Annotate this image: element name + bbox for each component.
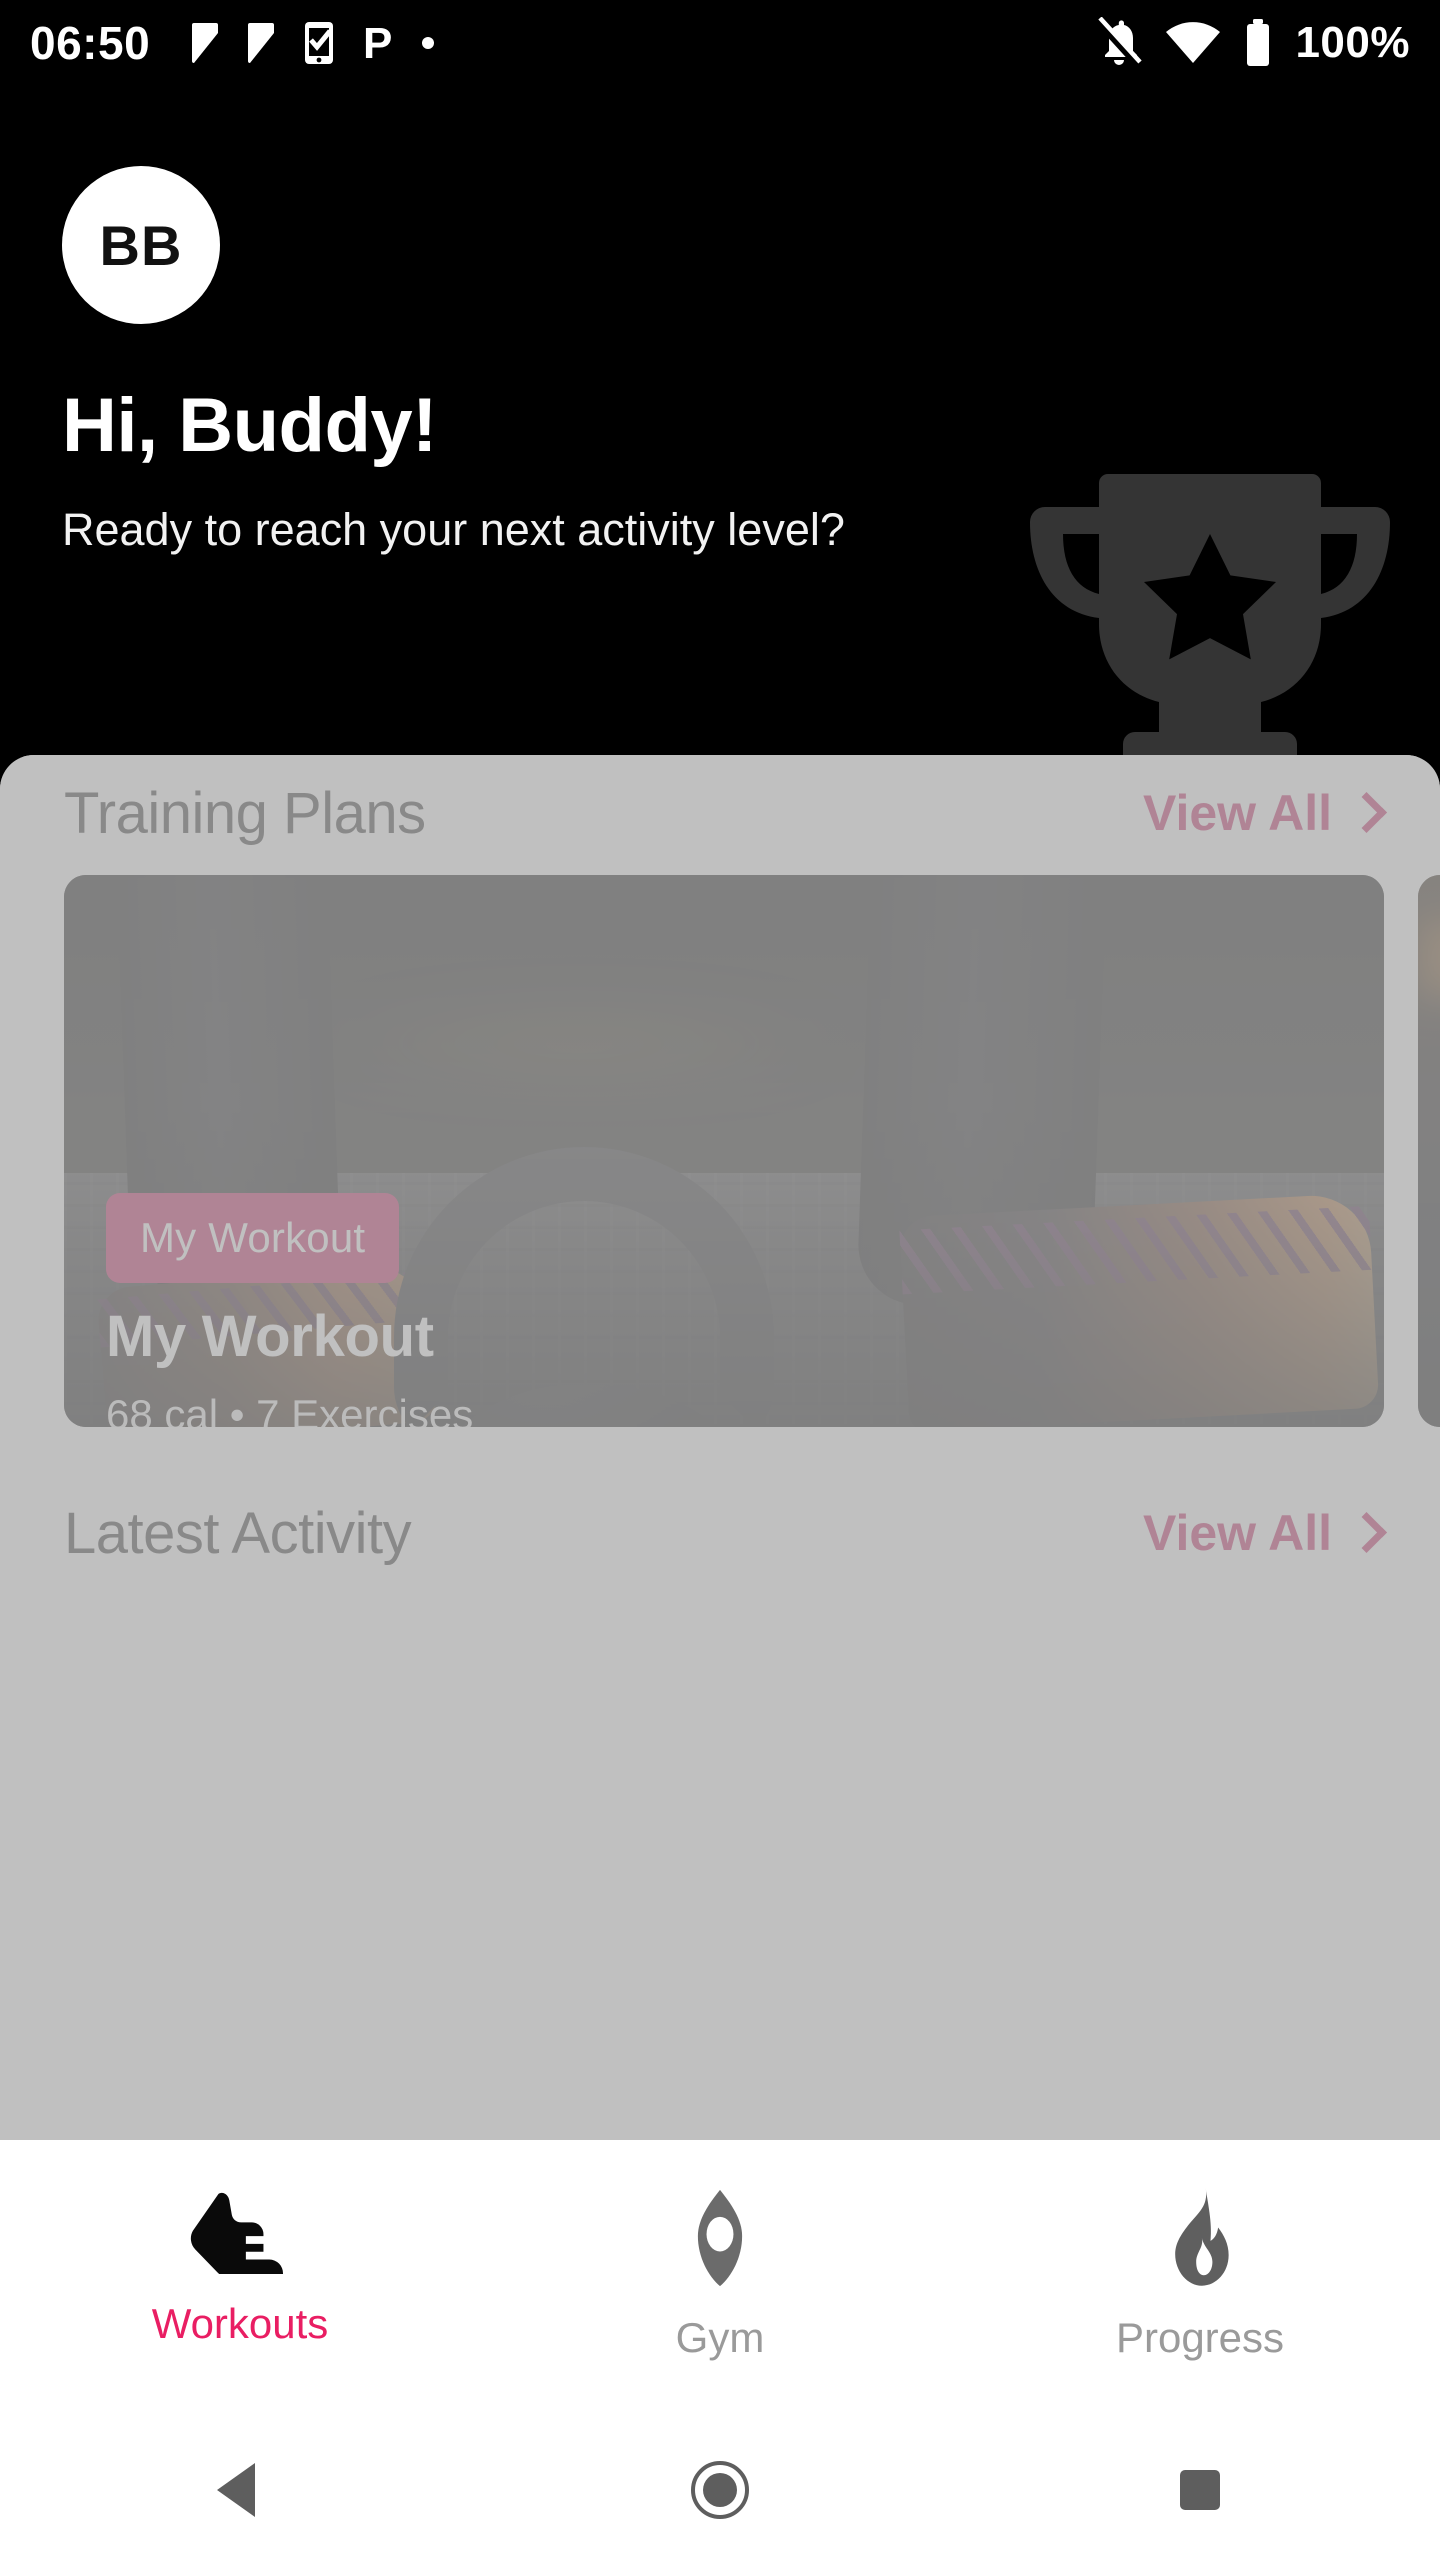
battery-full-icon (1247, 19, 1270, 66)
dot-icon (422, 37, 435, 49)
sim-card-icon (248, 23, 275, 63)
avatar-initials: BB (99, 213, 183, 277)
training-plan-card-next[interactable] (1418, 875, 1440, 1427)
view-all-label: View All (1143, 785, 1332, 841)
view-all-latest-activity-button[interactable]: View All (1143, 1504, 1376, 1562)
nav-item-progress[interactable]: Progress (1050, 2188, 1350, 2362)
trophy-icon (1030, 474, 1390, 756)
square-recents-icon (1180, 2470, 1220, 2510)
training-plan-card[interactable]: My Workout My Workout 68 cal • 7 Exercis… (64, 875, 1384, 1427)
svg-text:P: P (363, 20, 392, 66)
location-pin-icon (697, 2189, 743, 2287)
bottom-navigation-bar: Workouts Gym Progress (0, 2140, 1440, 2420)
nav-label-workouts: Workouts (151, 2300, 329, 2347)
home-button[interactable] (620, 2459, 820, 2521)
nav-label-progress: Progress (1115, 2314, 1285, 2361)
section-title-latest-activity: Latest Activity (64, 1500, 412, 1566)
section-header-latest-activity: Latest Activity View All (0, 1475, 1440, 1591)
recents-button[interactable] (1100, 2465, 1300, 2515)
circle-home-icon (691, 2461, 749, 2519)
notifications-off-icon (1096, 17, 1143, 69)
android-system-navigation-bar (0, 2420, 1440, 2560)
task-checkbox-icon (305, 22, 334, 64)
chevron-right-icon (1350, 1512, 1376, 1554)
nav-label-gym: Gym (675, 2314, 765, 2361)
view-all-training-plans-button[interactable]: View All (1143, 784, 1376, 842)
greeting-subtitle: Ready to reach your next activity level? (62, 504, 845, 555)
avatar[interactable]: BB (62, 166, 220, 324)
content-sheet: Training Plans View All My Workout My Wo… (0, 755, 1440, 2140)
wifi-icon (1166, 22, 1221, 63)
training-plans-carousel[interactable]: My Workout My Workout 68 cal • 7 Exercis… (0, 875, 1440, 1435)
nav-item-gym[interactable]: Gym (570, 2188, 870, 2362)
hero-header: BB Hi, Buddy! Ready to reach your next a… (0, 86, 1440, 766)
back-button[interactable] (140, 2459, 340, 2521)
chevron-right-icon (1350, 792, 1376, 834)
app-screen: 06:50 P 100% BB Hi, Buddy! Ready to reac… (0, 0, 1440, 2560)
running-shoe-icon (190, 2192, 283, 2274)
greeting-title: Hi, Buddy! (62, 383, 437, 468)
triangle-back-icon (217, 2463, 255, 2517)
status-bar-notification-icons: P (190, 20, 436, 66)
nav-item-workouts[interactable]: Workouts (90, 2188, 390, 2348)
card-title: My Workout (106, 1304, 434, 1369)
status-bar-system-icons: 100% (1095, 17, 1410, 69)
trophy-decoration (1000, 456, 1420, 786)
battery-percentage-label: 100% (1295, 18, 1410, 67)
section-header-training-plans: Training Plans View All (0, 755, 1440, 871)
status-bar-clock: 06:50 (30, 17, 151, 69)
status-bar: 06:50 P 100% (0, 0, 1440, 86)
card-badge: My Workout (106, 1193, 400, 1283)
flame-icon (1175, 2188, 1229, 2286)
parking-p-icon: P (363, 20, 392, 66)
sim-card-icon (192, 23, 219, 63)
card-meta: 68 cal • 7 Exercises (106, 1391, 474, 1427)
card-gradient-scrim (1418, 875, 1440, 1427)
view-all-label: View All (1143, 1505, 1332, 1561)
section-title-training-plans: Training Plans (64, 780, 426, 846)
